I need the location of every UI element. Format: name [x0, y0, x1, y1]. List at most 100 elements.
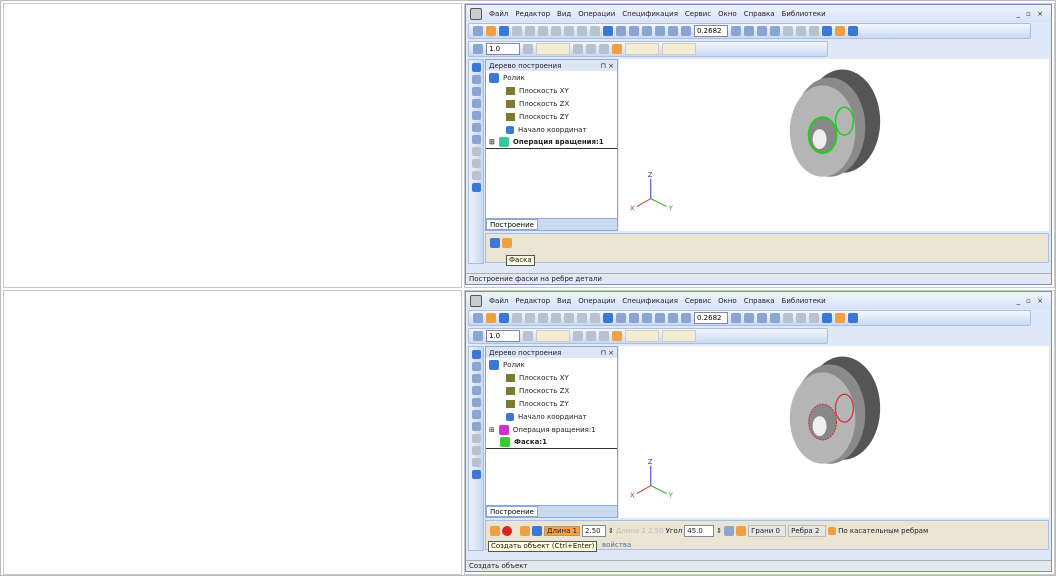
tree-item-revolve[interactable]: ⊞ Операция вращения:1 [486, 136, 617, 149]
shaded-icon[interactable] [822, 313, 832, 323]
cut-icon[interactable] [538, 26, 548, 36]
length1-label[interactable]: Длина 1 [544, 526, 581, 536]
save-icon[interactable] [499, 313, 509, 323]
field-2[interactable] [625, 43, 659, 55]
menu-libraries[interactable]: Библиотеки [782, 297, 826, 305]
assembly-icon[interactable] [471, 458, 481, 467]
measure-icon[interactable] [471, 99, 481, 108]
step-input[interactable] [486, 43, 520, 55]
field-1[interactable] [536, 330, 570, 342]
print-icon[interactable] [512, 26, 522, 36]
zoom-in-icon[interactable] [642, 26, 652, 36]
tree-item-revolve[interactable]: ⊞ Операция вращения:1 [486, 423, 617, 436]
cut-icon[interactable] [538, 313, 548, 323]
snap-icon[interactable] [612, 44, 622, 54]
preview-icon[interactable] [525, 26, 535, 36]
tree-item-plane-zx[interactable]: Плоскость ZX [486, 384, 617, 397]
paste-icon[interactable] [564, 313, 574, 323]
new-icon[interactable] [473, 26, 483, 36]
perspective-icon[interactable] [848, 313, 858, 323]
tree-root[interactable]: Ролик [486, 71, 617, 84]
manager-icon[interactable] [603, 26, 613, 36]
shaded-edges-icon[interactable] [835, 26, 845, 36]
field-3[interactable] [662, 43, 696, 55]
print-icon[interactable] [512, 313, 522, 323]
3d-viewport[interactable]: Z X Y [619, 59, 1049, 231]
menu-window[interactable]: Окно [718, 297, 737, 305]
snap-icon[interactable] [612, 331, 622, 341]
angle-input[interactable]: 45.0 [684, 525, 715, 537]
surface-icon[interactable] [471, 434, 481, 443]
filter-icon[interactable] [471, 111, 481, 120]
variables-icon[interactable] [616, 313, 626, 323]
zoom-window-icon[interactable] [668, 26, 678, 36]
orientation-icon[interactable] [731, 26, 741, 36]
zoom-window-icon[interactable] [668, 313, 678, 323]
help-icon[interactable] [629, 313, 639, 323]
redo-icon[interactable] [590, 26, 600, 36]
sketch-tool-icon[interactable] [471, 75, 481, 84]
zoom-out-icon[interactable] [655, 313, 665, 323]
tree-item-plane-zy[interactable]: Плоскость ZY [486, 397, 617, 410]
zoom-in-icon[interactable] [642, 313, 652, 323]
length1-spin[interactable]: ⇕ [608, 527, 614, 535]
tree-item-origin[interactable]: Начало координат [486, 123, 617, 136]
perspective-icon[interactable] [848, 26, 858, 36]
edit-part-icon[interactable] [471, 63, 481, 72]
save-icon[interactable] [499, 26, 509, 36]
shaded-edges-icon[interactable] [835, 313, 845, 323]
window-controls[interactable]: _ ▫ × [1016, 10, 1045, 18]
thin-lines-icon[interactable] [809, 313, 819, 323]
preview-icon[interactable] [525, 313, 535, 323]
orientation-icon[interactable] [731, 313, 741, 323]
3d-viewport[interactable]: Z X Y [619, 346, 1049, 518]
grid-icon[interactable] [599, 331, 609, 341]
wireframe-icon[interactable] [783, 26, 793, 36]
fillet-icon[interactable] [490, 238, 500, 248]
chamfer-tool-icon[interactable] [471, 470, 481, 479]
tree-root[interactable]: Ролик [486, 358, 617, 371]
filter-icon[interactable] [471, 398, 481, 407]
menu-help[interactable]: Справка [744, 297, 775, 305]
variables-icon[interactable] [616, 26, 626, 36]
manager-icon[interactable] [603, 313, 613, 323]
tangent-checkbox[interactable] [828, 527, 837, 535]
assembly-icon[interactable] [471, 171, 481, 180]
menu-service[interactable]: Сервис [685, 297, 711, 305]
shaded-icon[interactable] [822, 26, 832, 36]
zoom-icon[interactable] [681, 313, 691, 323]
menu-specification[interactable]: Спецификация [622, 297, 678, 305]
help-icon[interactable] [629, 26, 639, 36]
edges-icon[interactable] [736, 526, 747, 536]
menu-window[interactable]: Окно [718, 10, 737, 18]
measure-icon[interactable] [471, 386, 481, 395]
redo-icon[interactable] [590, 313, 600, 323]
tree-controls[interactable]: ⊓ × [600, 349, 614, 357]
paste-icon[interactable] [564, 26, 574, 36]
new-icon[interactable] [473, 313, 483, 323]
tab-properties[interactable]: войства [602, 541, 631, 549]
menu-specification[interactable]: Спецификация [622, 10, 678, 18]
spec-icon[interactable] [471, 410, 481, 419]
stop-icon[interactable] [502, 526, 512, 536]
undo-icon[interactable] [577, 26, 587, 36]
hidden-lines-icon[interactable] [796, 26, 806, 36]
chamfer-type-icon[interactable] [520, 526, 530, 536]
tree-item-plane-xy[interactable]: Плоскость XY [486, 84, 617, 97]
expand-icon[interactable]: ⊞ [489, 138, 495, 146]
faces-icon[interactable] [724, 526, 735, 536]
menu-edit[interactable]: Редактор [515, 10, 550, 18]
expand-icon[interactable]: ⊞ [489, 426, 495, 434]
edit-part-icon[interactable] [471, 350, 481, 359]
chamfer-tool-icon[interactable] [471, 183, 481, 192]
spec-icon[interactable] [471, 123, 481, 132]
pan-icon[interactable] [744, 26, 754, 36]
menu-edit[interactable]: Редактор [515, 297, 550, 305]
menu-service[interactable]: Сервис [685, 10, 711, 18]
menu-file[interactable]: Файл [489, 297, 508, 305]
menu-view[interactable]: Вид [557, 297, 571, 305]
tree-item-origin[interactable]: Начало координат [486, 410, 617, 423]
zoom-out-icon[interactable] [655, 26, 665, 36]
tree-item-chamfer[interactable]: Фаска:1 [486, 436, 617, 449]
zoom-input[interactable] [694, 25, 728, 37]
